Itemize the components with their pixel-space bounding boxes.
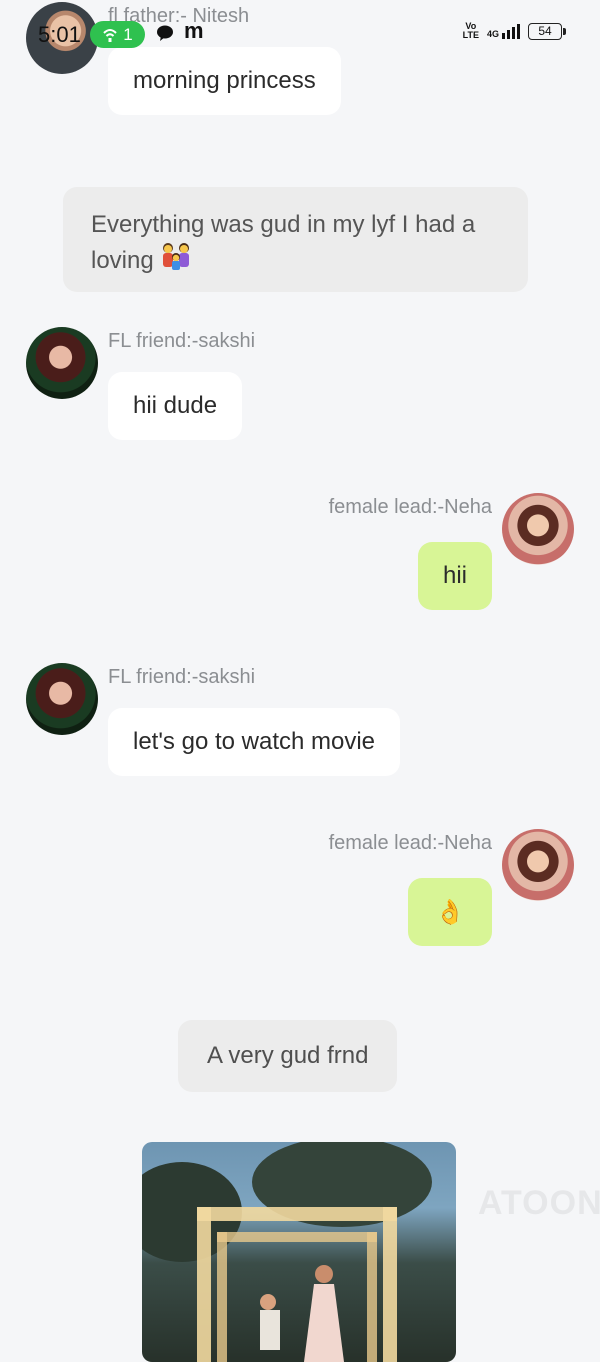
sender-name: female lead:-Neha — [328, 496, 492, 518]
narration-bubble[interactable]: A very gud frnd — [178, 1020, 398, 1092]
message-bubble[interactable]: morning princess — [108, 47, 341, 115]
sender-name: FL friend:-sakshi — [108, 666, 256, 688]
message-text: hii — [442, 562, 467, 589]
message-text: hii dude — [133, 392, 218, 419]
photo-scene — [142, 1142, 432, 1362]
watermark: ATOON — [478, 1184, 600, 1222]
signal-icon: 4G — [487, 23, 520, 39]
hotspot-indicator[interactable]: 1 — [90, 21, 145, 48]
chat-notification-icon — [157, 25, 173, 41]
ok-hand-icon: 👌 — [435, 898, 465, 926]
message-bubble[interactable]: hii — [417, 542, 492, 610]
hotspot-count: 1 — [123, 24, 133, 44]
message-bubble[interactable]: hii dude — [108, 372, 243, 440]
app-notification-icon: m — [184, 18, 204, 43]
sender-name: FL friend:-sakshi — [108, 330, 256, 352]
message-text: let's go to watch movie — [133, 728, 376, 755]
volte-icon: Vo LTE — [462, 21, 479, 40]
message-bubble[interactable]: 👌 — [408, 878, 492, 946]
narration-bubble[interactable]: Everything was gud in my lyf I had a lov… — [63, 187, 528, 292]
sakshi-avatar[interactable] — [26, 663, 98, 735]
proposal-photo[interactable] — [142, 1142, 456, 1362]
status-time: 5:01 — [38, 22, 81, 47]
neha-avatar[interactable] — [502, 493, 574, 565]
family-icon — [163, 243, 190, 270]
battery-icon: 54 — [528, 22, 566, 40]
narration-text: A very gud frnd — [207, 1042, 369, 1069]
message-bubble[interactable]: let's go to watch movie — [108, 708, 401, 776]
narration-text: Everything was gud in my lyf I had a lov… — [91, 211, 476, 274]
battery-level: 54 — [538, 24, 552, 38]
status-indicators: Vo LTE 4G 54 — [462, 21, 566, 40]
sender-name: female lead:-Neha — [328, 832, 492, 854]
sakshi-avatar[interactable] — [26, 327, 98, 399]
hotspot-icon — [103, 28, 117, 42]
neha-avatar[interactable] — [502, 829, 574, 901]
message-text: morning princess — [133, 67, 316, 94]
